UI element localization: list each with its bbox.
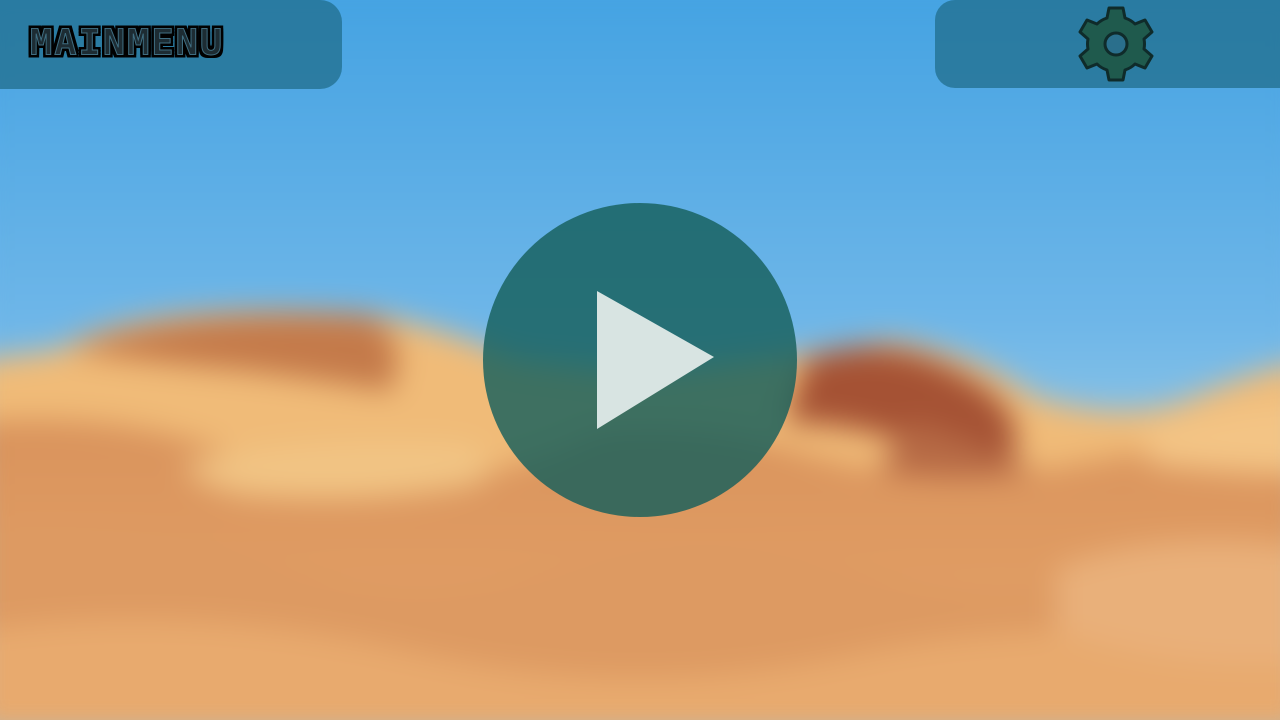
settings-button[interactable] — [1078, 4, 1154, 84]
gear-icon — [1078, 6, 1154, 82]
main-menu-button[interactable]: MAINMENU — [0, 0, 342, 89]
play-button[interactable] — [483, 203, 797, 517]
play-icon — [597, 291, 714, 429]
main-menu-label: MAINMENU — [29, 22, 225, 63]
